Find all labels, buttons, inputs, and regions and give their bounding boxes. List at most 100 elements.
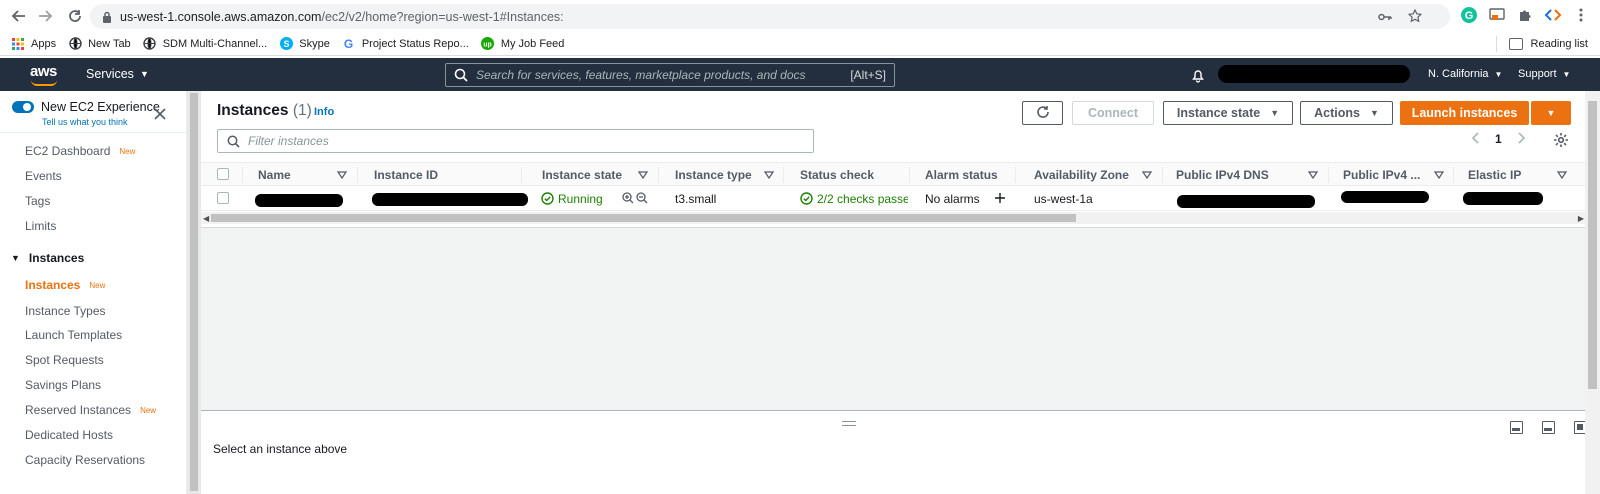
column-header-elastic-ip[interactable]: Elastic IP <box>1468 168 1521 182</box>
lock-icon[interactable] <box>100 10 114 24</box>
connect-button[interactable]: Connect <box>1072 101 1154 125</box>
sidebar-item-tags[interactable]: Tags <box>25 194 50 208</box>
sidebar-item-instances[interactable]: Instances New <box>25 278 105 292</box>
column-header-public-ipv4-dns[interactable]: Public IPv4 DNS <box>1176 168 1269 182</box>
zoom-in-icon[interactable] <box>622 192 634 204</box>
new-experience-toggle[interactable] <box>12 101 34 113</box>
reload-icon[interactable] <box>64 5 86 27</box>
sort-icon[interactable] <box>763 169 775 180</box>
extensions-puzzle-icon[interactable] <box>1516 6 1534 24</box>
account-menu-redacted[interactable] <box>1218 65 1410 83</box>
sidebar-item-reserved-instances[interactable]: Reserved Instances New <box>25 403 156 417</box>
sidebar-scrollbar[interactable] <box>187 91 201 494</box>
google-icon: G <box>342 37 356 51</box>
key-icon[interactable] <box>1378 10 1392 25</box>
feedback-link[interactable]: Tell us what you think <box>42 117 128 127</box>
support-menu[interactable]: Support ▼ <box>1518 68 1570 80</box>
browser-menu-icon[interactable] <box>1572 6 1590 24</box>
sidebar-item-dedicated-hosts[interactable]: Dedicated Hosts <box>25 428 113 442</box>
select-all-checkbox[interactable] <box>217 168 229 180</box>
bookmark-apps[interactable]: Apps <box>11 37 56 51</box>
column-header-public-ipv4[interactable]: Public IPv4 ... <box>1343 168 1420 182</box>
info-link[interactable]: Info <box>314 106 334 118</box>
title-text: Instances <box>217 102 289 119</box>
bookmark-job-feed[interactable]: up My Job Feed <box>481 37 564 51</box>
svg-text:G: G <box>1465 10 1474 22</box>
code-extension-icon[interactable] <box>1544 6 1562 24</box>
column-header-alarm-status[interactable]: Alarm status <box>925 168 998 182</box>
services-menu[interactable]: Services ▼ <box>86 67 149 81</box>
scroll-left-icon[interactable]: ◀ <box>203 214 209 223</box>
sidebar-item-savings-plans[interactable]: Savings Plans <box>25 378 101 392</box>
refresh-button[interactable] <box>1022 101 1063 125</box>
scroll-right-icon[interactable]: ▶ <box>1578 214 1584 223</box>
page-vertical-scrollbar[interactable] <box>1585 91 1600 494</box>
pagination: 1 <box>1471 131 1526 147</box>
sidebar-item-capacity-reservations[interactable]: Capacity Reservations <box>25 453 145 467</box>
launch-dropdown-button[interactable]: ▼ <box>1531 101 1571 125</box>
sort-icon[interactable] <box>1556 169 1568 180</box>
sidebar-item-limits[interactable]: Limits <box>25 219 56 233</box>
table-row[interactable]: Running t3.small 2/2 checks passed No al… <box>201 186 1586 211</box>
sidebar-item-launch-templates[interactable]: Launch Templates <box>25 328 122 342</box>
svg-text:G: G <box>344 37 353 50</box>
sort-icon[interactable] <box>336 169 348 180</box>
column-header-instance-id[interactable]: Instance ID <box>374 168 438 182</box>
column-header-instance-type[interactable]: Instance type <box>675 168 752 182</box>
filter-instances-input[interactable]: Filter instances <box>217 129 814 153</box>
forward-arrow-icon[interactable] <box>34 5 56 27</box>
sidebar-group-instances[interactable]: ▼ Instances <box>11 251 84 265</box>
sort-icon[interactable] <box>1307 169 1319 180</box>
zoom-out-icon[interactable] <box>636 192 648 204</box>
column-header-name[interactable]: Name <box>258 168 291 182</box>
star-icon[interactable] <box>1407 8 1423 26</box>
panel-side-icon[interactable] <box>1542 421 1555 434</box>
scrollbar-thumb[interactable] <box>1588 101 1597 389</box>
sort-icon[interactable] <box>1433 169 1445 180</box>
row-checkbox[interactable] <box>217 192 229 204</box>
scrollbar-thumb[interactable] <box>211 214 1076 222</box>
reading-list[interactable]: Reading list <box>1495 36 1588 52</box>
sidebar-item-events[interactable]: Events <box>25 169 62 183</box>
chevron-left-icon[interactable] <box>1471 131 1479 147</box>
instance-state-button[interactable]: Instance state ▼ <box>1163 101 1293 125</box>
column-header-instance-state[interactable]: Instance state <box>542 168 622 182</box>
chevron-right-icon[interactable] <box>1518 131 1526 147</box>
bookmark-skype[interactable]: S Skype <box>279 37 330 51</box>
table-horizontal-scrollbar[interactable]: ◀ ▶ <box>201 212 1586 224</box>
bookmark-sdm[interactable]: SDM Multi-Channel... <box>143 37 267 51</box>
gear-icon[interactable] <box>1553 132 1569 148</box>
back-arrow-icon[interactable] <box>8 5 30 27</box>
column-header-availability-zone[interactable]: Availability Zone <box>1034 168 1129 182</box>
bookmark-new-tab[interactable]: New Tab <box>68 37 131 51</box>
address-bar[interactable]: us-west-1.console.aws.amazon.com/ec2/v2/… <box>90 4 1450 29</box>
redacted-instance-id[interactable] <box>372 193 528 206</box>
console-search[interactable]: Search for services, features, marketpla… <box>445 63 895 87</box>
sidebar-item-ec2-dashboard[interactable]: EC2 Dashboard New <box>25 144 135 158</box>
status-check-cell: 2/2 checks passed <box>800 192 908 206</box>
column-divider <box>658 167 659 183</box>
check-circle-icon <box>541 192 554 205</box>
close-icon[interactable] <box>153 107 167 121</box>
sort-icon[interactable] <box>637 169 649 180</box>
bookmark-project-status[interactable]: G Project Status Repo... <box>342 37 469 51</box>
redacted-public-dns <box>1177 195 1315 208</box>
sidebar-item-instance-types[interactable]: Instance Types <box>25 304 106 318</box>
launch-instances-button[interactable]: Launch instances <box>1400 101 1529 125</box>
cast-icon[interactable] <box>1488 6 1506 24</box>
actions-button[interactable]: Actions ▼ <box>1300 101 1393 125</box>
scrollbar-thumb[interactable] <box>190 93 198 491</box>
column-header-status-check[interactable]: Status check <box>800 168 874 182</box>
resize-handle[interactable] <box>842 421 856 426</box>
aws-logo[interactable]: aws <box>30 63 57 86</box>
grammarly-icon[interactable]: G <box>1460 6 1478 24</box>
aws-logo-text: aws <box>30 63 57 80</box>
region-selector[interactable]: N. California ▼ <box>1428 68 1502 80</box>
bell-icon[interactable] <box>1190 67 1206 83</box>
page-number[interactable]: 1 <box>1495 132 1502 146</box>
sidebar-item-spot-requests[interactable]: Spot Requests <box>25 353 104 367</box>
panel-bottom-icon[interactable] <box>1510 421 1523 434</box>
sort-icon[interactable] <box>1141 169 1153 180</box>
plus-icon[interactable] <box>994 192 1006 204</box>
support-label: Support <box>1518 68 1557 80</box>
